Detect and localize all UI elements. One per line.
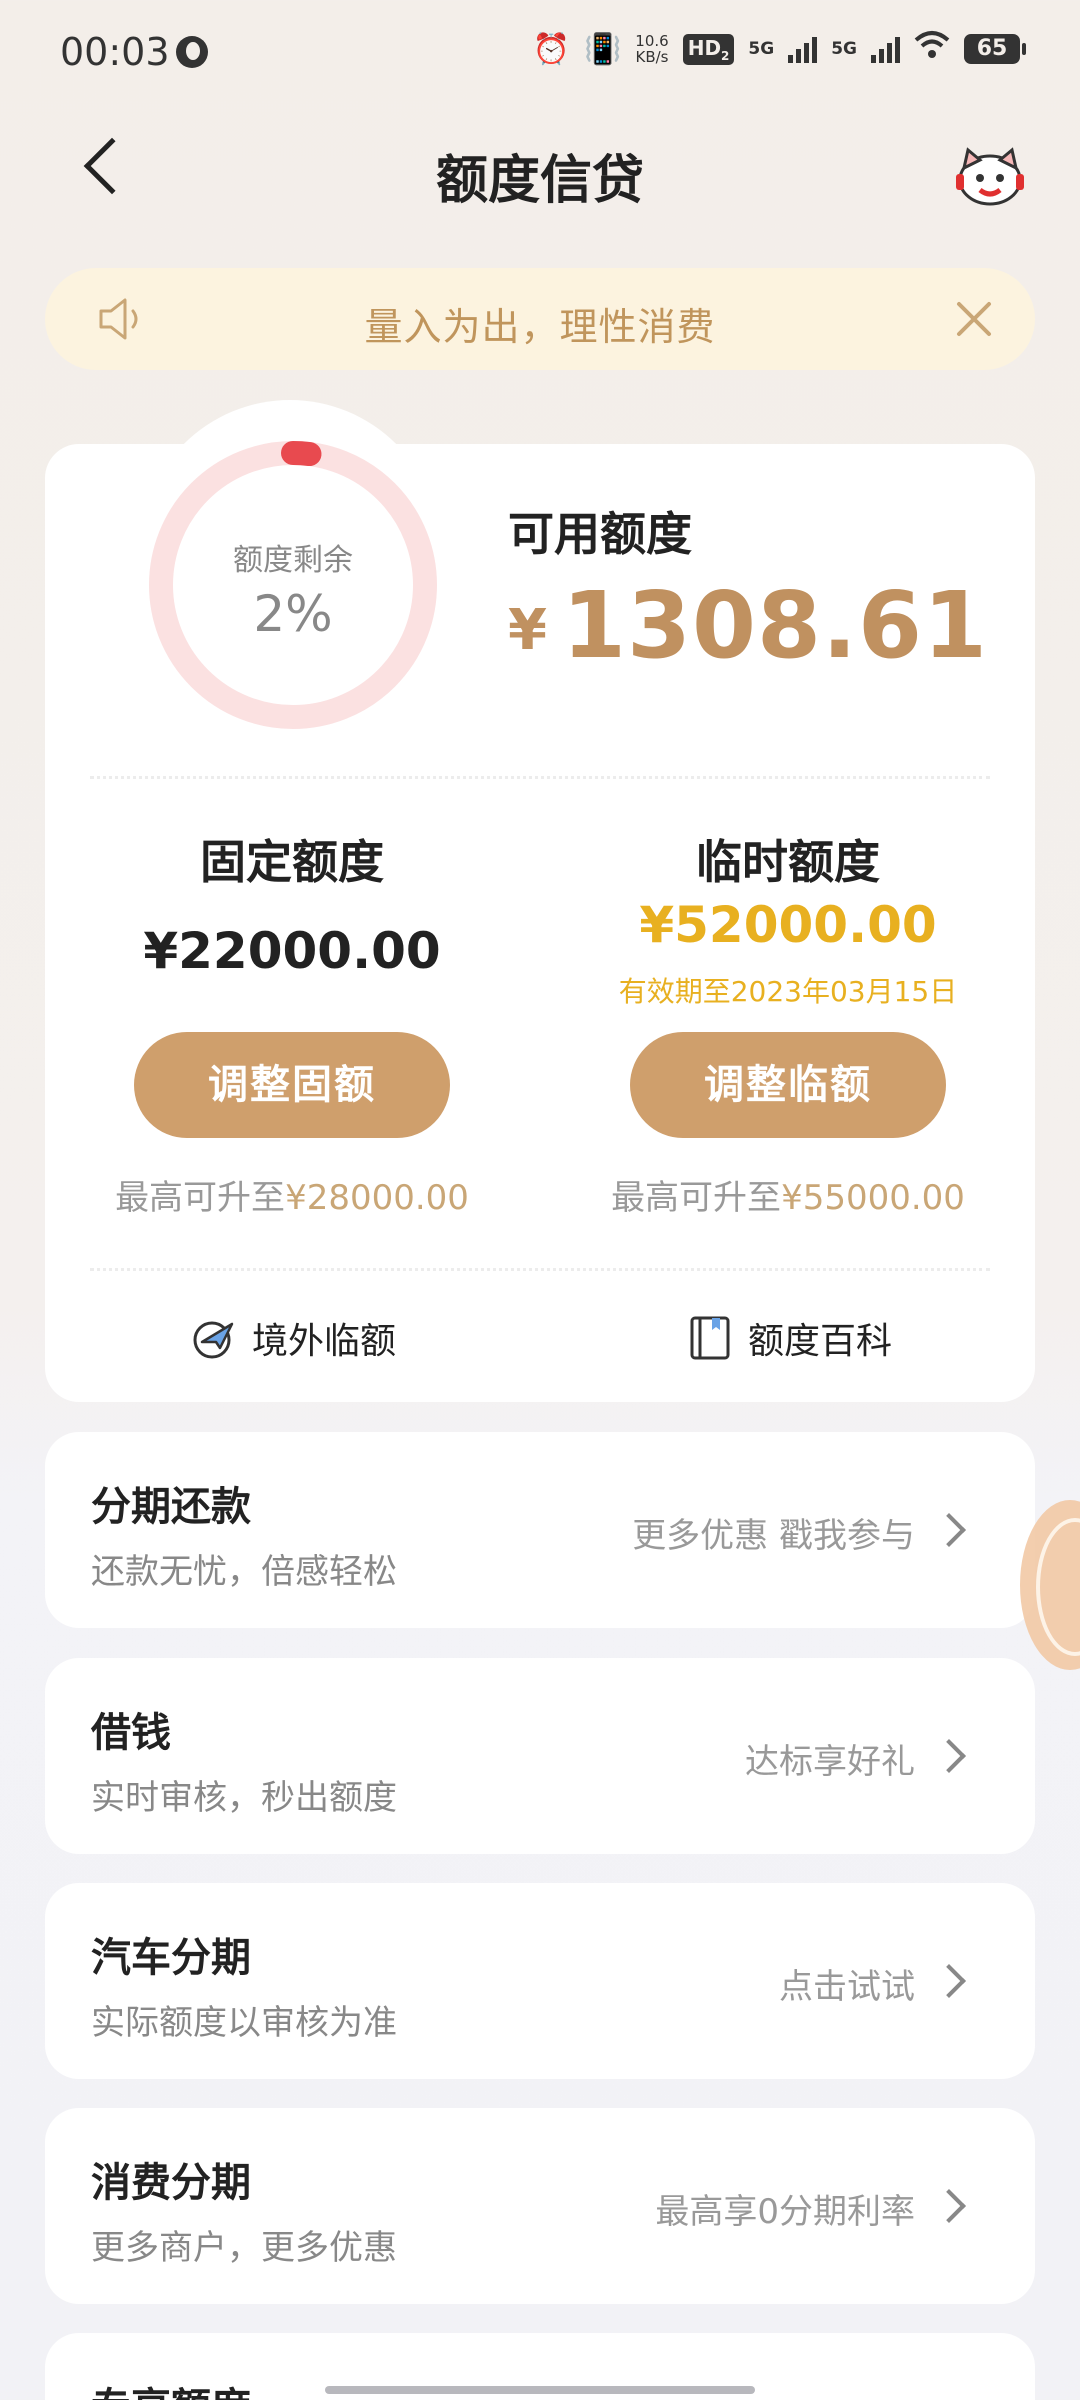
net-speed: 10.6 KB/s	[635, 32, 669, 66]
header: 额度信贷	[0, 110, 1080, 230]
ring-percent: 2%	[253, 585, 333, 643]
status-bar: 00:03 ⏰ 📳 10.6 KB/s HD2 5G 5G 65	[0, 0, 1080, 110]
service-title: 借钱	[91, 1710, 171, 1756]
ring-label: 额度剩余	[233, 543, 353, 578]
fixed-title: 固定额度	[200, 835, 384, 889]
service-action: 达标享好礼	[745, 1742, 915, 1782]
temporary-title: 临时额度	[696, 835, 880, 889]
close-icon[interactable]	[951, 296, 997, 342]
temporary-max-text: 最高可升至¥55000.00	[611, 1178, 965, 1218]
adjust-fixed-button[interactable]: 调整固额	[134, 1032, 450, 1138]
mascot-icon	[956, 147, 1024, 206]
fixed-max-text: 最高可升至¥28000.00	[115, 1178, 469, 1218]
hd-icon: HD2	[682, 33, 735, 65]
status-icons: ⏰ 📳 10.6 KB/s HD2 5G 5G 65	[532, 30, 1026, 68]
service-title: 汽车分期	[91, 1935, 251, 1981]
notice-banner[interactable]: 量入为出，理性消费	[45, 268, 1035, 370]
book-icon	[690, 1316, 730, 1360]
service-car-installment[interactable]: 汽车分期 实际额度以审核为准 点击试试	[45, 1883, 1035, 2079]
service-action: 点击试试	[779, 1967, 915, 2007]
service-borrow[interactable]: 借钱 实时审核，秒出额度 达标享好礼	[45, 1658, 1035, 1854]
page-title: 额度信贷	[435, 151, 644, 211]
service-action: 最高享0分期利率	[655, 2192, 915, 2232]
signal-bars-icon	[788, 35, 818, 63]
available-amount: ¥1308.61	[508, 572, 988, 679]
notice-text: 量入为出，理性消费	[364, 305, 716, 349]
plane-globe-icon	[193, 1321, 234, 1359]
service-subtitle: 实际额度以审核为准	[91, 2003, 397, 2043]
temporary-amount: ¥52000.00	[639, 896, 937, 954]
service-installment-repayment[interactable]: 分期还款 还款无忧，倍感轻松 更多优惠 戳我参与	[45, 1432, 1035, 1628]
service-action: 更多优惠 戳我参与	[632, 1516, 915, 1556]
service-subtitle: 还款无忧，倍感轻松	[91, 1552, 397, 1592]
overseas-temp-credit-link[interactable]: 境外临额	[190, 1312, 396, 1364]
adjust-temporary-button[interactable]: 调整临额	[630, 1032, 946, 1138]
alarm-icon: ⏰	[532, 31, 570, 67]
available-amount-value: 1308.61	[561, 572, 988, 679]
currency-symbol: ¥	[508, 598, 548, 663]
signal-5g-2: 5G	[831, 38, 857, 59]
divider	[90, 1268, 990, 1271]
customer-service-button[interactable]	[950, 134, 1030, 214]
status-time: 00:03	[60, 30, 170, 74]
credit-encyclopedia-link[interactable]: 额度百科	[686, 1312, 892, 1364]
service-title: 分期还款	[91, 1484, 251, 1530]
fixed-amount: ¥22000.00	[143, 922, 441, 980]
chevron-right-icon	[932, 1739, 966, 1773]
service-title: 专享额度	[91, 2375, 251, 2400]
available-label: 可用额度	[508, 507, 692, 561]
vibrate-icon: 📳	[583, 31, 622, 67]
chevron-right-icon	[932, 2189, 966, 2223]
signal-bars-icon	[871, 35, 900, 63]
chevron-right-icon	[932, 1964, 966, 1998]
chevron-right-icon	[932, 1513, 966, 1547]
divider	[90, 776, 990, 779]
temporary-validity: 有效期至2023年03月15日	[618, 975, 958, 1008]
battery-icon: 65	[964, 34, 1026, 64]
moon-icon	[176, 36, 208, 68]
service-consumer-installment[interactable]: 消费分期 更多商户，更多优惠 最高享0分期利率	[45, 2108, 1035, 2304]
service-title: 消费分期	[91, 2160, 251, 2206]
service-subtitle: 实时审核，秒出额度	[91, 1778, 397, 1818]
home-indicator[interactable]	[325, 2386, 755, 2394]
service-subtitle: 更多商户，更多优惠	[91, 2228, 397, 2268]
signal-5g-1: 5G	[748, 38, 775, 59]
wifi-icon	[914, 30, 950, 68]
